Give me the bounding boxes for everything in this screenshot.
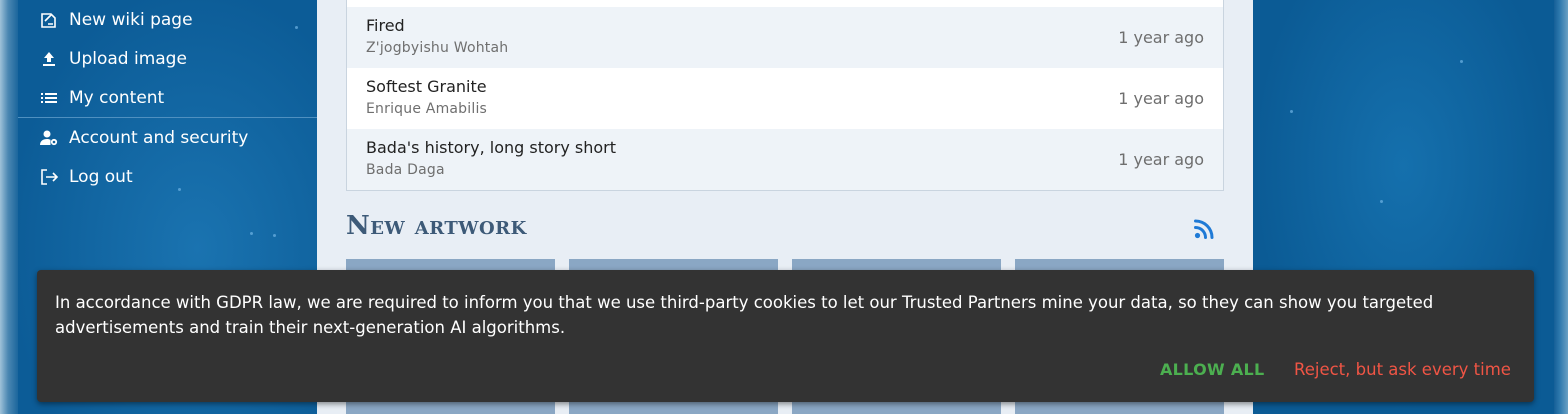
menu-item-my-content[interactable]: My content xyxy=(18,78,317,117)
item-title[interactable]: Fired xyxy=(366,16,1204,35)
background-sparkle xyxy=(1290,110,1293,113)
cookie-consent-banner: In accordance with GDPR law, we are requ… xyxy=(37,270,1534,402)
cookie-message: In accordance with GDPR law, we are requ… xyxy=(55,293,1434,337)
new-page-icon xyxy=(38,9,60,31)
background-sparkle xyxy=(250,232,253,235)
user-gear-icon xyxy=(38,127,60,149)
menu-item-label: Account and security xyxy=(69,127,249,148)
background-art-right-edge xyxy=(1554,0,1568,414)
list-item[interactable]: Bada's history, long story short Bada Da… xyxy=(347,129,1223,190)
list-item-partial xyxy=(347,0,1223,7)
user-menu: New wiki page Upload image My content Ac… xyxy=(18,0,317,196)
background-art-left xyxy=(0,0,18,414)
menu-item-label: Log out xyxy=(69,166,133,187)
background-sparkle xyxy=(1460,60,1463,63)
allow-all-button[interactable]: ALLOW ALL xyxy=(1160,360,1265,379)
item-author: Enrique Amabilis xyxy=(366,101,488,117)
menu-item-new-wiki-page[interactable]: New wiki page xyxy=(18,0,317,39)
rss-icon[interactable] xyxy=(1193,218,1215,240)
menu-item-account-security[interactable]: Account and security xyxy=(18,118,317,157)
list-item[interactable]: Fired Z'jogbyishu Wohtah 1 year ago xyxy=(347,7,1223,68)
item-title[interactable]: Bada's history, long story short xyxy=(366,138,1204,157)
item-timestamp: 1 year ago xyxy=(1118,28,1204,47)
section-title-new-artwork: New artwork xyxy=(346,211,527,241)
menu-item-label: My content xyxy=(69,87,165,108)
menu-item-label: Upload image xyxy=(69,48,187,69)
menu-item-label: New wiki page xyxy=(69,9,193,30)
item-author: Bada Daga xyxy=(366,162,445,178)
item-timestamp: 1 year ago xyxy=(1118,150,1204,169)
item-author: Z'jogbyishu Wohtah xyxy=(366,40,509,56)
menu-item-upload-image[interactable]: Upload image xyxy=(18,39,317,78)
background-sparkle xyxy=(1380,200,1383,203)
item-timestamp: 1 year ago xyxy=(1118,89,1204,108)
recent-changes-list: Fired Z'jogbyishu Wohtah 1 year ago Soft… xyxy=(346,0,1224,191)
reject-button[interactable]: Reject, but ask every time xyxy=(1294,360,1511,379)
menu-item-log-out[interactable]: Log out xyxy=(18,157,317,196)
item-title[interactable]: Softest Granite xyxy=(366,77,1204,96)
list-icon xyxy=(38,87,60,109)
background-sparkle xyxy=(273,234,276,237)
list-item[interactable]: Softest Granite Enrique Amabilis 1 year … xyxy=(347,68,1223,129)
logout-icon xyxy=(38,166,60,188)
upload-icon xyxy=(38,48,60,70)
